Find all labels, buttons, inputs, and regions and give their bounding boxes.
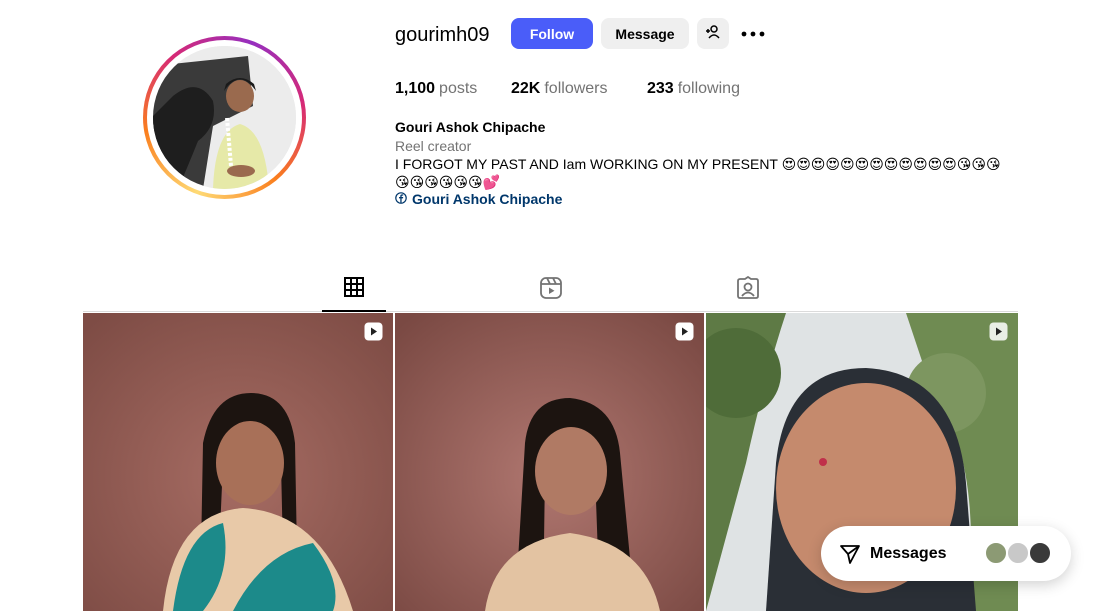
profile-full-name: Gouri Ashok Chipache (395, 119, 546, 135)
direct-message-icon (839, 543, 861, 570)
following-number: 233 (647, 80, 674, 97)
message-avatar-3 (1028, 541, 1052, 565)
grid-icon (343, 276, 365, 303)
follow-button[interactable]: Follow (511, 18, 593, 49)
reel-icon (675, 322, 694, 341)
message-avatar-2 (1006, 541, 1030, 565)
profile-bio: I FORGOT MY PAST AND Iam WORKING ON MY P… (395, 156, 1001, 190)
tab-tagged[interactable] (716, 275, 780, 312)
post-image-1 (83, 313, 393, 611)
facebook-icon (395, 191, 407, 207)
post-thumbnail-1[interactable] (83, 313, 393, 611)
following-label: following (677, 80, 740, 97)
post-thumbnail-2[interactable] (395, 313, 704, 611)
more-options-icon[interactable] (741, 26, 765, 42)
followers-label: followers (544, 80, 608, 97)
tab-reels[interactable] (519, 276, 583, 312)
reel-icon (989, 322, 1008, 341)
posts-number: 1,100 (395, 80, 436, 97)
following-link[interactable]: 233 following (647, 80, 740, 98)
posts-label: posts (439, 80, 478, 97)
reel-icon (364, 322, 383, 341)
messages-label: Messages (870, 545, 947, 562)
profile-avatar[interactable] (143, 36, 306, 199)
suggested-users-button[interactable] (697, 18, 729, 49)
facebook-link-label: Gouri Ashok Chipache (412, 191, 563, 207)
followers-number: 22K (511, 80, 541, 97)
add-user-icon (705, 24, 721, 43)
facebook-link[interactable]: Gouri Ashok Chipache (395, 191, 562, 207)
post-image-2 (395, 313, 704, 611)
profile-username: gourimh09 (395, 24, 490, 46)
message-avatar-1 (984, 541, 1008, 565)
tab-posts[interactable] (322, 276, 386, 312)
message-button[interactable]: Message (601, 18, 689, 49)
avatar-image (153, 46, 296, 189)
followers-link[interactable]: 22K followers (511, 80, 608, 98)
reels-icon (539, 276, 563, 305)
posts-count: 1,100 posts (395, 80, 477, 98)
profile-category: Reel creator (395, 138, 472, 154)
messages-widget[interactable]: Messages (821, 526, 1071, 581)
tagged-icon (736, 275, 760, 305)
